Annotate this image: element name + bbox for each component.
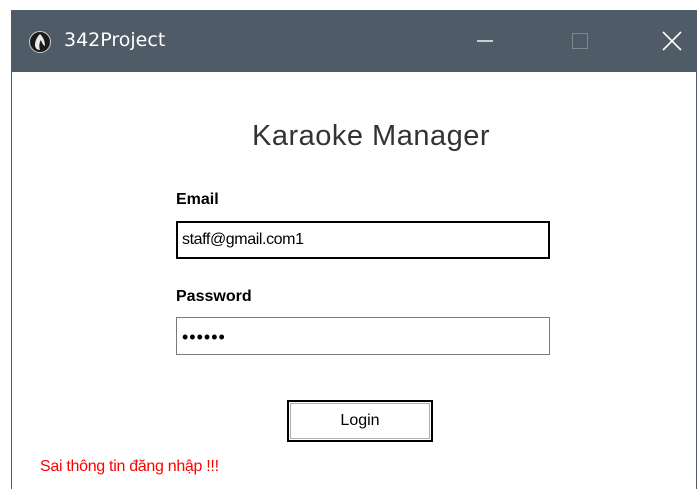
window-title: 342Project — [64, 29, 166, 51]
app-icon — [29, 31, 51, 53]
login-button[interactable]: Login — [287, 400, 433, 442]
close-button[interactable] — [619, 10, 697, 72]
password-masked-value: •••••• — [182, 327, 226, 347]
error-message: Sai thông tin đăng nhập !!! — [40, 458, 219, 475]
maximize-icon — [572, 33, 588, 49]
close-icon — [662, 31, 682, 51]
maximize-button[interactable] — [533, 10, 629, 72]
email-field[interactable] — [176, 221, 550, 259]
password-field[interactable] — [176, 317, 550, 355]
email-label: Email — [176, 191, 219, 208]
login-window: 342Project Karaoke Manager Email Passwor… — [11, 10, 697, 489]
minimize-button[interactable] — [437, 10, 533, 72]
title-bar[interactable]: 342Project — [11, 10, 697, 72]
page-title: Karaoke Manager — [251, 120, 491, 152]
login-button-label: Login — [290, 403, 430, 439]
minimize-icon — [477, 40, 493, 42]
password-label: Password — [176, 288, 252, 305]
